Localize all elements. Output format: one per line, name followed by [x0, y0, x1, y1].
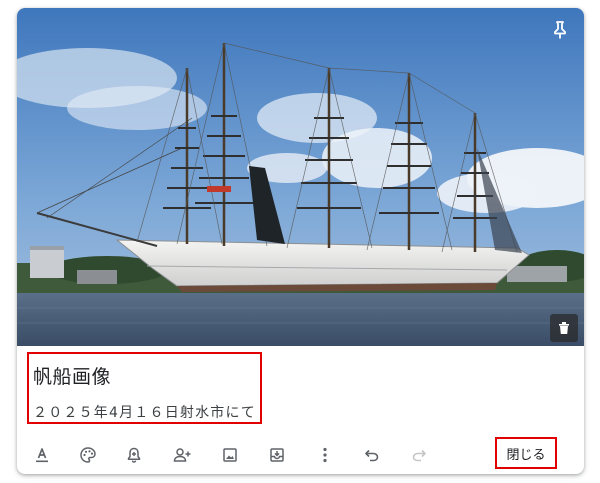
note-toolbar: 閉じる — [17, 434, 584, 474]
redo-icon — [412, 449, 426, 462]
note-card: 帆船画像 ２０２５年4月１６日射水市にて 閉じる — [17, 8, 584, 474]
background-options-button[interactable] — [73, 440, 103, 470]
reminder-icon — [127, 447, 141, 463]
note-image[interactable] — [17, 8, 584, 346]
undo-icon — [365, 449, 379, 462]
trash-icon — [559, 322, 569, 334]
image-icon — [223, 448, 237, 462]
collaborator-button[interactable] — [167, 440, 197, 470]
palette-icon — [80, 447, 96, 463]
note-title[interactable]: 帆船画像 — [33, 362, 111, 389]
add-image-button[interactable] — [215, 440, 245, 470]
archive-icon — [270, 448, 284, 462]
pin-icon — [554, 21, 566, 39]
remind-me-button[interactable] — [119, 440, 149, 470]
collaborator-icon — [173, 448, 191, 462]
close-button[interactable]: 閉じる — [495, 437, 557, 469]
sailing-ship-photo — [17, 8, 584, 346]
note-text-area: 帆船画像 ２０２５年4月１６日射水市にて — [17, 346, 584, 428]
note-body[interactable]: ２０２５年4月１６日射水市にて — [33, 402, 256, 422]
archive-button[interactable] — [262, 440, 292, 470]
pin-button[interactable] — [548, 18, 572, 42]
text-format-icon — [36, 448, 48, 463]
delete-image-button[interactable] — [550, 314, 578, 342]
more-options-button[interactable] — [310, 440, 340, 470]
redo-button[interactable] — [404, 440, 434, 470]
more-icon — [323, 447, 327, 463]
formatting-button[interactable] — [27, 440, 57, 470]
undo-button[interactable] — [357, 440, 387, 470]
